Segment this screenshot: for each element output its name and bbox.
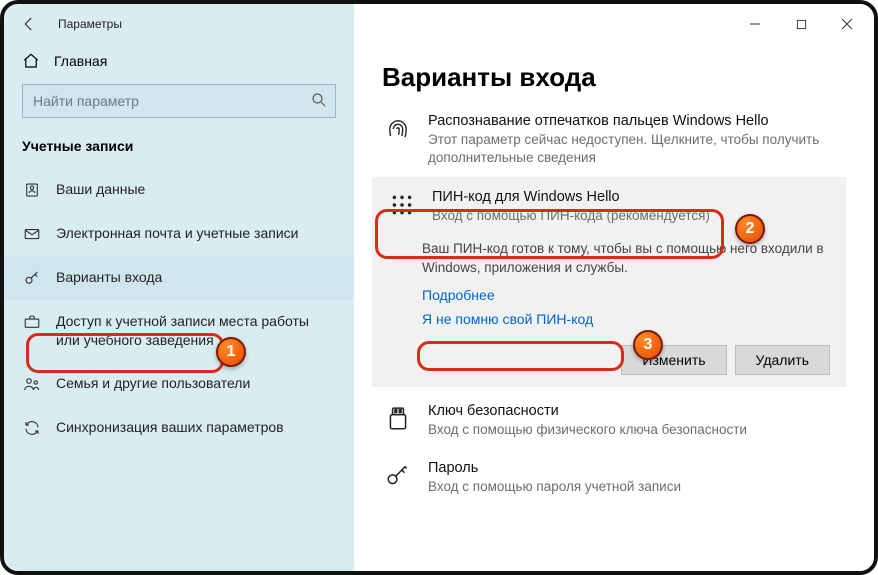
option-pin[interactable]: ПИН-код для Windows Hello Вход с помощью… bbox=[372, 177, 846, 235]
option-subtitle: Вход с помощью ПИН-кода (рекомендуется) bbox=[432, 207, 832, 225]
remove-pin-button[interactable]: Удалить bbox=[735, 345, 830, 375]
search-icon bbox=[310, 91, 328, 109]
nav-email[interactable]: Электронная почта и учетные записи bbox=[4, 212, 354, 256]
nav-work-access[interactable]: Доступ к учетной записи места работы или… bbox=[4, 300, 354, 362]
app-title: Параметры bbox=[58, 17, 122, 31]
maximize-button[interactable] bbox=[778, 8, 824, 40]
fingerprint-icon bbox=[382, 113, 414, 145]
nav-label: Варианты входа bbox=[56, 268, 336, 287]
option-subtitle: Вход с помощью физического ключа безопас… bbox=[428, 421, 836, 439]
forgot-pin-link[interactable]: Я не помню свой ПИН-код bbox=[422, 311, 826, 327]
learn-more-link[interactable]: Подробнее bbox=[422, 287, 826, 303]
option-title: ПИН-код для Windows Hello bbox=[432, 189, 832, 205]
page-title: Варианты входа bbox=[354, 44, 874, 103]
nav-sync[interactable]: Синхронизация ваших параметров bbox=[4, 406, 354, 450]
home-nav[interactable]: Главная bbox=[4, 44, 354, 84]
nav-family[interactable]: Семья и другие пользователи bbox=[4, 362, 354, 406]
nav-label: Ваши данные bbox=[56, 180, 336, 199]
option-fingerprint[interactable]: Распознавание отпечатков пальцев Windows… bbox=[368, 103, 850, 177]
briefcase-icon bbox=[22, 312, 42, 332]
search-input[interactable] bbox=[22, 84, 336, 118]
home-icon bbox=[22, 52, 40, 70]
sync-icon bbox=[22, 418, 42, 438]
mail-icon bbox=[22, 224, 42, 244]
nav-label: Электронная почта и учетные записи bbox=[56, 224, 336, 243]
option-subtitle: Этот параметр сейчас недоступен. Щелкнит… bbox=[428, 131, 836, 167]
nav-label: Доступ к учетной записи места работы или… bbox=[56, 312, 336, 350]
password-key-icon bbox=[382, 460, 414, 492]
usb-key-icon bbox=[382, 403, 414, 435]
pin-keypad-icon bbox=[386, 189, 418, 221]
nav-your-info[interactable]: Ваши данные bbox=[4, 168, 354, 212]
option-title: Пароль bbox=[428, 460, 836, 476]
nav-label: Синхронизация ваших параметров bbox=[56, 418, 336, 437]
pin-description: Ваш ПИН-код готов к тому, чтобы вы с пом… bbox=[372, 236, 846, 278]
close-button[interactable] bbox=[824, 8, 870, 40]
section-title: Учетные записи bbox=[4, 132, 354, 168]
home-label: Главная bbox=[54, 53, 107, 69]
option-security-key[interactable]: Ключ безопасности Вход с помощью физичес… bbox=[368, 393, 850, 449]
people-icon bbox=[22, 374, 42, 394]
option-password[interactable]: Пароль Вход с помощью пароля учетной зап… bbox=[368, 450, 850, 506]
minimize-button[interactable] bbox=[732, 8, 778, 40]
nav-label: Семья и другие пользователи bbox=[56, 374, 336, 393]
back-button[interactable] bbox=[20, 15, 38, 33]
key-icon bbox=[22, 268, 42, 288]
option-subtitle: Вход с помощью пароля учетной записи bbox=[428, 478, 836, 496]
person-icon bbox=[22, 180, 42, 200]
option-title: Распознавание отпечатков пальцев Windows… bbox=[428, 113, 836, 129]
change-pin-button[interactable]: Изменить bbox=[621, 345, 726, 375]
option-title: Ключ безопасности bbox=[428, 403, 836, 419]
nav-signin-options[interactable]: Варианты входа bbox=[4, 256, 354, 300]
